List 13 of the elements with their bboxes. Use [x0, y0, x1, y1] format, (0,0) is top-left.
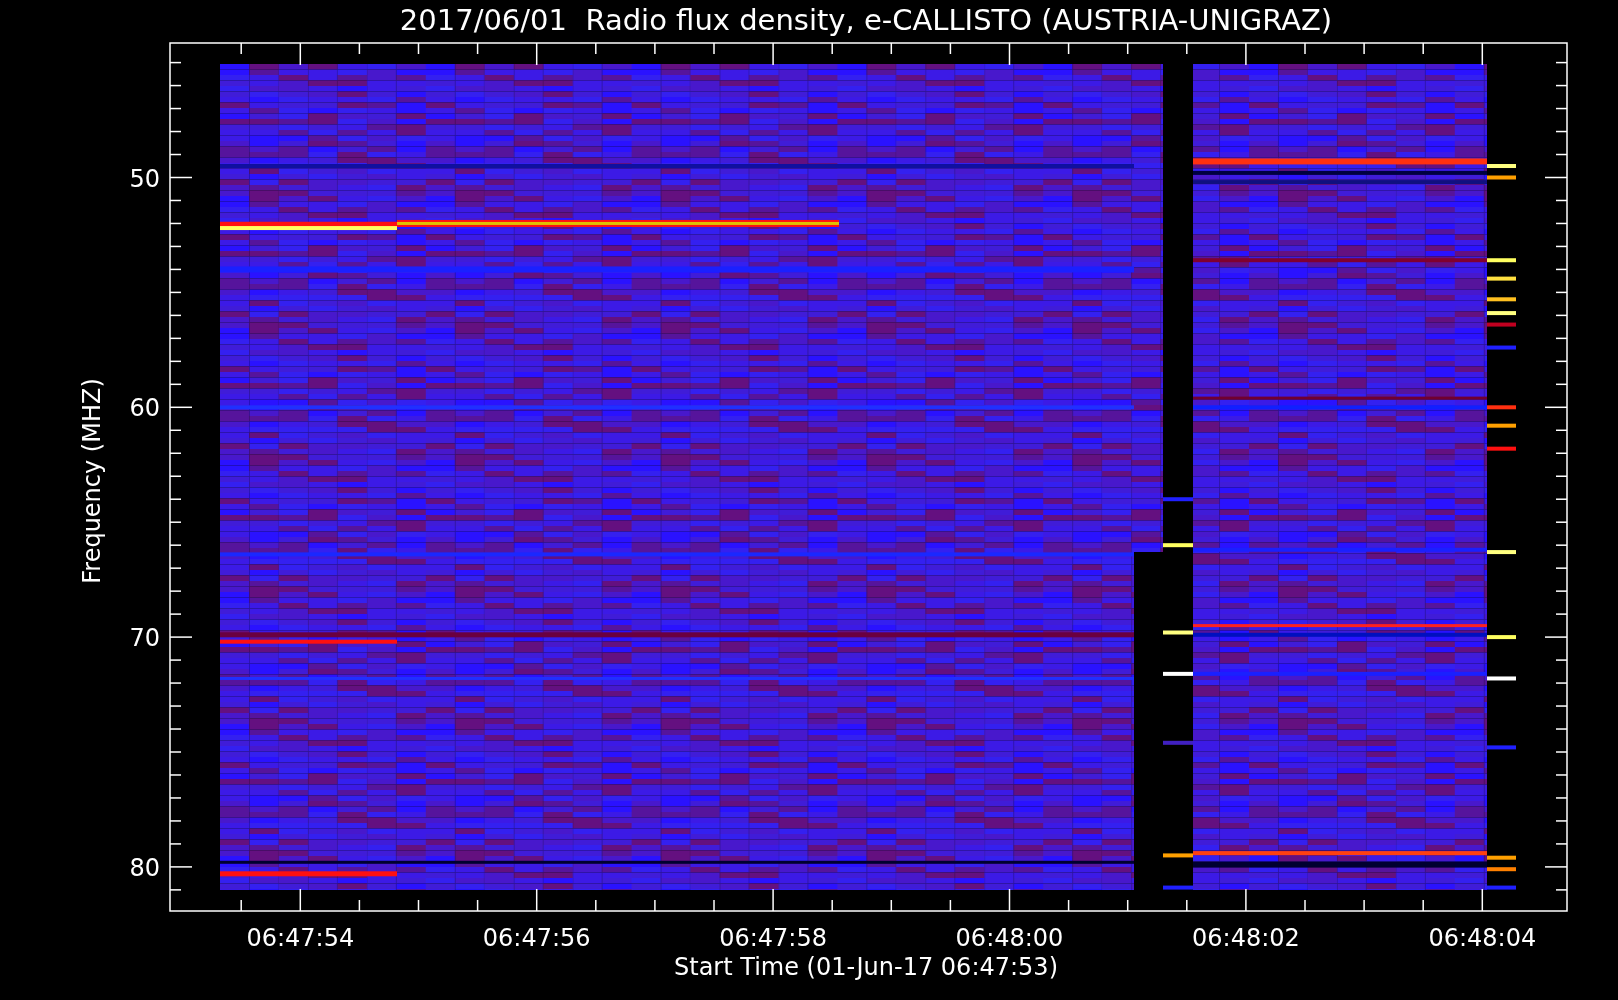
tick-label: 06:47:56	[482, 924, 591, 952]
tick-label: 70	[129, 624, 160, 653]
tick-label: 06:47:54	[246, 924, 355, 952]
chart-title: 2017/06/01 Radio flux density, e-CALLISTO (AUSTRIA-UNIGRAZ)	[399, 3, 1333, 37]
tick-label: 06:48:00	[955, 924, 1064, 952]
axis-label: Frequency (MHZ)	[78, 378, 106, 584]
tick-label: 60	[129, 394, 160, 423]
tick-label: 80	[129, 853, 160, 882]
axis-label: Start Time (01-Jun-17 06:47:53)	[674, 953, 1058, 981]
tick-label: 50	[129, 164, 160, 193]
tick-label: 06:48:02	[1192, 924, 1300, 952]
tick-label: 06:47:58	[719, 924, 827, 952]
tick-label: 06:48:04	[1428, 924, 1537, 952]
